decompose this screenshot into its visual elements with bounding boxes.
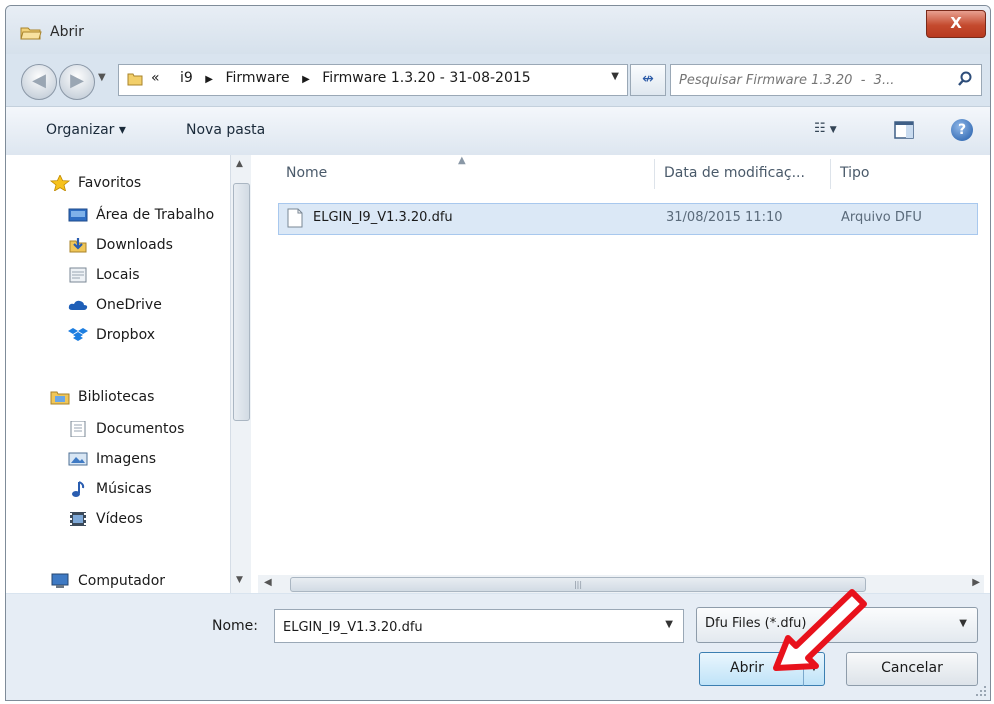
libraries-icon [50, 391, 70, 405]
scroll-left-icon[interactable]: ◀ [264, 577, 272, 588]
scroll-up-icon[interactable]: ▲ [236, 159, 243, 169]
navigation-pane-scroll-thumb[interactable] [233, 183, 250, 421]
breadcrumb-item-i9[interactable]: i9 [180, 70, 193, 86]
recent-locations-dropdown[interactable]: ▼ [98, 72, 106, 83]
view-list-icon: ☷ [814, 121, 826, 136]
breadcrumb-separator-icon[interactable]: ▶ [302, 74, 310, 85]
search-icon[interactable] [957, 71, 973, 87]
navigation-pane-scrollbar[interactable]: ▲ ▼ [230, 155, 251, 593]
file-name-input[interactable] [281, 616, 645, 638]
sidebar-item-dropbox[interactable]: Dropbox [68, 327, 155, 351]
star-icon [50, 175, 70, 191]
arrow-left-icon: ◀ [32, 70, 46, 91]
column-divider[interactable] [830, 159, 831, 189]
back-button[interactable]: ◀ [21, 64, 57, 100]
column-header-date[interactable]: Data de modificaç... [664, 165, 805, 181]
refresh-button[interactable]: ↮ [630, 64, 666, 96]
file-date: 31/08/2015 11:10 [666, 210, 783, 225]
sidebar-item-documents[interactable]: Documentos [68, 421, 184, 445]
sidebar-item-pictures[interactable]: Imagens [68, 451, 156, 475]
scroll-down-icon[interactable]: ▼ [236, 575, 243, 585]
close-button[interactable]: X [926, 10, 986, 38]
breadcrumb-item-firmware[interactable]: Firmware [225, 70, 289, 86]
window-title: Abrir [50, 24, 84, 40]
help-button[interactable]: ? [951, 119, 973, 141]
sidebar-item-videos[interactable]: Vídeos [68, 511, 143, 535]
arrow-right-icon: ▶ [70, 70, 84, 91]
new-folder-button[interactable]: Nova pasta [186, 122, 265, 138]
sidebar-item-libraries[interactable]: Bibliotecas [50, 389, 154, 413]
documents-icon [70, 421, 86, 437]
breadcrumb-separator-icon[interactable]: ▶ [205, 74, 213, 85]
breadcrumb: « i9 ▶ Firmware ▶ Firmware 1.3.20 - 31-0… [151, 70, 531, 86]
chevron-down-icon[interactable]: ▼ [665, 619, 673, 630]
search-input[interactable] [677, 69, 951, 91]
sidebar-item-onedrive[interactable]: OneDrive [68, 297, 162, 321]
computer-icon [51, 573, 69, 588]
sidebar-item-recent-places[interactable]: Locais [68, 267, 140, 291]
chevron-down-icon: ▼ [829, 125, 837, 135]
title-bar: Abrir X [6, 6, 990, 54]
file-name: ELGIN_I9_V1.3.20.dfu [313, 210, 453, 225]
folder-icon [127, 73, 143, 86]
command-bar: Organizar ▾ Nova pasta ☷ ▼ ? [6, 106, 990, 156]
music-icon [72, 481, 85, 497]
file-name-label: Nome: [212, 618, 259, 634]
file-type: Arquivo DFU [841, 210, 922, 225]
navigation-bar: ◀ ▶ ▼ « i9 ▶ Firmware ▶ Firmware 1.3.20 … [6, 56, 990, 104]
sort-ascending-icon: ▲ [458, 155, 466, 166]
downloads-icon [69, 238, 87, 253]
breadcrumb-overflow[interactable]: « [151, 70, 160, 86]
file-list-horizontal-scrollbar[interactable]: ◀ ||| ▶ [258, 575, 984, 593]
content-area: Favoritos Área de Trabalho Downloads Loc… [6, 155, 990, 593]
breadcrumb-item-firmware-version[interactable]: Firmware 1.3.20 - 31-08-2015 [322, 70, 530, 86]
sidebar-item-downloads[interactable]: Downloads [68, 237, 173, 261]
sidebar-item-desktop[interactable]: Área de Trabalho [68, 207, 214, 231]
address-history-dropdown[interactable]: ▼ [611, 71, 619, 82]
scroll-right-icon[interactable]: ▶ [972, 577, 980, 588]
pictures-icon [68, 452, 88, 466]
preview-pane-button[interactable] [894, 121, 914, 139]
desktop-icon [68, 208, 88, 222]
help-icon: ? [957, 122, 967, 138]
column-divider[interactable] [654, 159, 655, 189]
open-folder-icon [20, 27, 42, 40]
column-header-name[interactable]: Nome [286, 165, 327, 181]
refresh-icon: ↮ [642, 71, 654, 87]
sidebar-item-favorites[interactable]: Favoritos [50, 175, 141, 199]
videos-icon [70, 512, 86, 526]
resize-grip-icon[interactable] [975, 685, 987, 697]
chevron-down-icon[interactable]: ▼ [959, 618, 967, 629]
forward-button[interactable]: ▶ [59, 64, 95, 100]
dropbox-icon [68, 328, 88, 341]
recent-places-icon [69, 267, 87, 283]
navigation-pane: Favoritos Área de Trabalho Downloads Loc… [6, 155, 251, 593]
callout-arrow-icon [773, 589, 867, 671]
organize-button[interactable]: Organizar ▾ [46, 122, 126, 138]
sidebar-item-music[interactable]: Músicas [68, 481, 152, 505]
table-row[interactable]: ELGIN_I9_V1.3.20.dfu 31/08/2015 11:10 Ar… [278, 203, 978, 235]
search-box[interactable] [670, 64, 982, 96]
address-bar[interactable]: « i9 ▶ Firmware ▶ Firmware 1.3.20 - 31-0… [118, 64, 628, 96]
column-header-type[interactable]: Tipo [840, 165, 869, 181]
onedrive-icon [68, 300, 88, 310]
file-icon [287, 208, 303, 228]
close-icon: X [950, 14, 962, 32]
file-name-combobox[interactable]: ▼ [274, 609, 684, 643]
file-list: ▲ Nome Data de modificaç... Tipo ELGIN_I… [258, 155, 990, 575]
open-button-label: Abrir [730, 660, 764, 676]
change-view-button[interactable]: ☷ ▼ [814, 121, 850, 141]
